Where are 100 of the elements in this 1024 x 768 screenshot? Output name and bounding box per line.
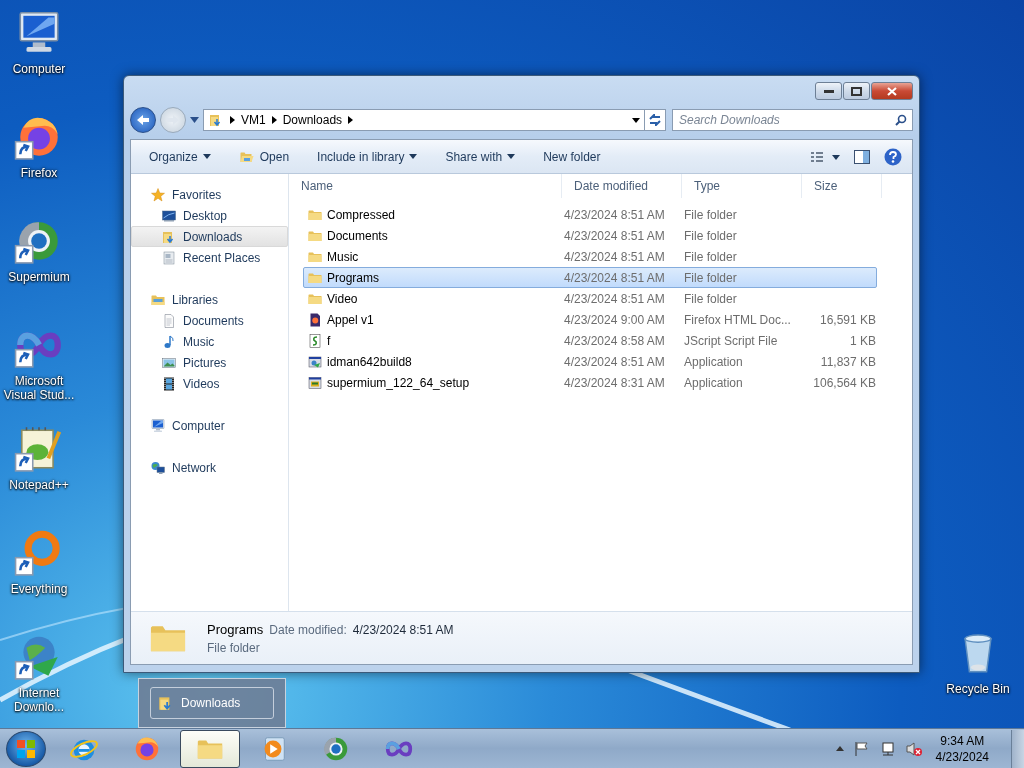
file-row[interactable]: idman642build8 4/23/2024 8:51 AM Application 11,837 KB <box>303 351 877 372</box>
nav-item[interactable]: Downloads <box>131 226 288 247</box>
date-cell-text: 4/23/2024 9:00 AM <box>564 312 666 327</box>
breadcrumb-arrow-icon <box>271 116 277 124</box>
breadcrumb-arrow-icon <box>230 116 235 124</box>
clock-date[interactable]: 4/23/2024 <box>935 748 989 765</box>
file-row[interactable]: Compressed 4/23/2024 8:51 AM File folder <box>303 204 877 225</box>
breadcrumb-arrow-icon <box>348 116 354 124</box>
help-icon[interactable] <box>884 147 902 166</box>
type-cell-text: File folder <box>684 207 738 222</box>
star-icon <box>150 186 166 203</box>
nav-item[interactable]: Pictures <box>131 352 288 373</box>
search-field[interactable]: Search Downloads <box>672 109 913 131</box>
nav-item[interactable]: Libraries <box>131 289 288 310</box>
date-cell-text: 4/23/2024 8:51 AM <box>564 207 666 222</box>
date-cell-text: 4/23/2024 8:51 AM <box>564 270 666 285</box>
nav-item[interactable]: Recent Places <box>131 247 288 268</box>
nav-item[interactable]: Documents <box>131 310 288 331</box>
date-cell-text: 4/23/2024 8:31 AM <box>564 375 666 390</box>
desktop-icon <box>161 207 177 224</box>
document-icon <box>161 312 177 329</box>
muted-speaker-icon[interactable] <box>905 740 922 757</box>
size-cell-text: 11,837 KB <box>819 354 877 369</box>
date-cell-text: 4/23/2024 8:51 AM <box>564 354 666 369</box>
refresh-button[interactable] <box>644 109 666 131</box>
tray-expand-icon[interactable] <box>835 746 844 751</box>
view-options-icon[interactable] <box>810 150 840 163</box>
desktop-icon-label[interactable]: Microsoft Visual Stud... <box>1 374 77 402</box>
recent-places-icon <box>161 249 177 266</box>
start-button[interactable] <box>6 730 46 767</box>
network-icon[interactable] <box>879 740 896 757</box>
taskbar-button[interactable] <box>180 729 240 768</box>
caret-icon <box>409 154 418 159</box>
column-header[interactable]: Date modified <box>562 174 682 198</box>
file-name: Video <box>327 291 359 306</box>
file-row[interactable]: f 4/23/2024 8:58 AM JScript Script File 1 KB <box>303 330 877 351</box>
file-name: Appel v1 <box>327 312 375 327</box>
search-icon <box>895 114 907 126</box>
toolbar-button[interactable]: New folder <box>535 144 609 169</box>
column-header[interactable]: Type <box>682 174 802 198</box>
details-value: 4/23/2024 8:51 AM <box>352 622 454 637</box>
date-cell-text: 4/23/2024 8:58 AM <box>564 333 666 348</box>
back-button[interactable] <box>130 107 156 133</box>
nav-item[interactable]: Desktop <box>131 205 288 226</box>
nav-item[interactable]: Computer <box>131 415 288 436</box>
toolbar-button[interactable]: Include in library <box>309 144 426 169</box>
file-row[interactable]: Documents 4/23/2024 8:51 AM File folder <box>303 225 877 246</box>
caret-icon <box>202 154 211 159</box>
column-header[interactable]: Name <box>289 174 562 198</box>
nav-item[interactable]: Network <box>131 457 288 478</box>
preview-pane-icon[interactable] <box>854 149 870 164</box>
history-caret-icon[interactable] <box>190 117 199 123</box>
type-cell-text: Firefox HTML Doc... <box>684 312 792 327</box>
maximize-icon <box>851 86 862 96</box>
desktop-icon-label[interactable]: Supermium <box>1 270 77 284</box>
date-cell-text: 4/23/2024 8:51 AM <box>564 291 666 306</box>
file-row[interactable]: supermium_122_64_setup 4/23/2024 8:31 AM Application 106,564 KB <box>303 372 877 393</box>
details-type: File folder <box>207 640 261 655</box>
file-row[interactable]: Music 4/23/2024 8:51 AM File folder <box>303 246 877 267</box>
file-name: supermium_122_64_setup <box>327 375 471 390</box>
nav-item[interactable]: Videos <box>131 373 288 394</box>
date-cell-text: 4/23/2024 8:51 AM <box>564 228 666 243</box>
date-cell-text: 4/23/2024 8:51 AM <box>564 249 666 264</box>
nav-item[interactable]: Music <box>131 331 288 352</box>
maximize-button[interactable] <box>843 82 870 100</box>
file-row[interactable]: Appel v1 4/23/2024 9:00 AM Firefox HTML Doc... 16,591 KB <box>303 309 877 330</box>
address-caret-icon[interactable] <box>632 117 640 123</box>
breadcrumb-item[interactable]: Downloads <box>282 113 343 127</box>
file-name: Documents <box>327 228 389 243</box>
application-icon <box>307 353 323 370</box>
desktop-icon-label[interactable]: Recycle Bin <box>940 682 1016 696</box>
file-row[interactable]: Programs 4/23/2024 8:51 AM File folder <box>303 267 877 288</box>
column-header[interactable]: Size <box>802 174 882 198</box>
close-icon <box>887 86 897 96</box>
file-name: f <box>327 333 332 348</box>
toolbar-button[interactable]: Organize <box>141 144 219 169</box>
size-cell-text: 16,591 KB <box>818 312 877 327</box>
windows-flag-icon <box>16 738 36 759</box>
minimize-button[interactable] <box>815 82 842 100</box>
file-name: Music <box>327 249 360 264</box>
close-button[interactable] <box>871 82 913 100</box>
file-row[interactable]: Video 4/23/2024 8:51 AM File folder <box>303 288 877 309</box>
flag-icon[interactable] <box>853 740 870 757</box>
type-cell-text: File folder <box>684 291 738 306</box>
size-cell-text: 106,564 KB <box>812 375 877 390</box>
toolbar-button[interactable]: Open <box>230 144 298 169</box>
type-cell-text: File folder <box>684 228 738 243</box>
desktop-icon-label[interactable]: Computer <box>1 62 77 76</box>
clock-time[interactable]: 9:34 AM <box>940 732 985 749</box>
network-icon <box>150 459 166 476</box>
toolbar-button[interactable]: Share with <box>437 144 524 169</box>
caret-icon <box>507 154 516 159</box>
type-cell-text: Application <box>684 354 744 369</box>
desktop-icon-label[interactable]: Firefox <box>1 166 77 180</box>
details-label: Date modified: <box>269 622 347 637</box>
breadcrumb-item[interactable]: VM1 <box>241 113 266 127</box>
address-bar[interactable]: VM1 Downloads <box>203 109 645 131</box>
nav-item[interactable]: Favorites <box>131 184 288 205</box>
show-desktop-button[interactable] <box>1011 729 1024 768</box>
preview-window-button[interactable]: Downloads <box>150 687 274 719</box>
